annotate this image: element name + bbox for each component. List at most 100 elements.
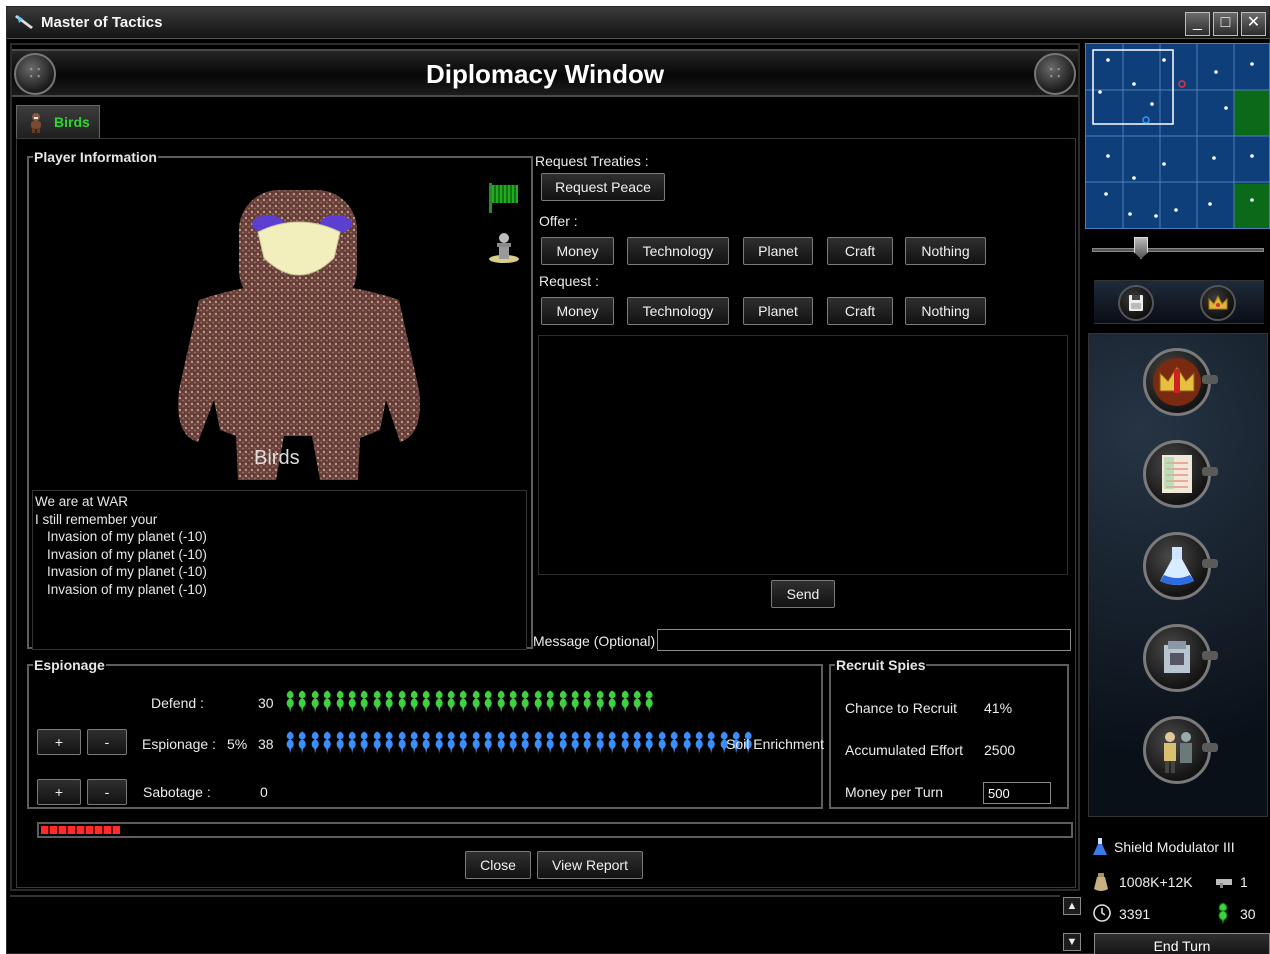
view-report-button[interactable]: View Report <box>537 851 643 879</box>
turn-row: 3391 30 <box>1084 901 1270 927</box>
title-bar[interactable]: Master of Tactics _ □ ✕ <box>7 7 1269 39</box>
message-input[interactable] <box>657 629 1071 651</box>
defend-level-bar <box>284 689 656 719</box>
race-name-label: Birds <box>254 447 300 469</box>
player-information-legend: Player Information <box>34 149 157 165</box>
accumulated-effort-label: Accumulated Effort <box>845 742 964 758</box>
relations-log[interactable]: We are at WAR I still remember your Inva… <box>32 490 527 650</box>
personnel-icon[interactable] <box>1143 716 1218 784</box>
espionage-label: Espionage : <box>142 736 216 752</box>
request-technology-button[interactable]: Technology <box>627 297 729 325</box>
sabotage-plus-button[interactable]: + <box>37 779 81 805</box>
ship-design-icon[interactable] <box>1143 624 1218 692</box>
espionage-plus-button[interactable]: + <box>37 729 81 755</box>
defend-spy-icon <box>310 689 320 714</box>
espionage-spy-icon <box>447 730 456 755</box>
defend-value: 30 <box>258 695 274 711</box>
money-per-turn-input[interactable] <box>983 782 1051 804</box>
defend-spy-icon <box>286 689 295 714</box>
espionage-spy-icon <box>620 730 629 755</box>
request-craft-button[interactable]: Craft <box>827 297 893 325</box>
defend-spy-icon <box>335 689 344 714</box>
save-disk-icon[interactable] <box>1118 285 1154 321</box>
end-turn-button[interactable]: End Turn <box>1094 933 1270 954</box>
maximize-button[interactable]: □ <box>1213 12 1238 36</box>
zoom-slider-track[interactable] <box>1092 248 1264 252</box>
message-console[interactable] <box>10 895 1060 953</box>
scroll-up-button[interactable]: ▲ <box>1063 897 1081 915</box>
espionage-spy-icon <box>459 730 468 755</box>
espionage-spy-icon <box>608 730 617 755</box>
scroll-down-button[interactable]: ▼ <box>1063 933 1081 951</box>
espionage-spy-icon <box>645 730 654 755</box>
defend-spy-icon <box>484 689 493 714</box>
defend-spy-icon <box>471 689 481 714</box>
offer-label: Offer : <box>539 213 578 229</box>
page-title: Diplomacy Window <box>425 59 665 89</box>
espionage-progress-bar <box>37 822 1073 838</box>
treaty-proposal-area <box>538 335 1068 575</box>
sidebar-toolbar <box>1094 280 1264 324</box>
zoom-slider-thumb[interactable] <box>1134 237 1148 259</box>
spy-count-value: 30 <box>1240 906 1256 922</box>
research-status-row[interactable]: Shield Modulator III <box>1084 835 1270 861</box>
chance-to-recruit-value: 41% <box>984 700 1013 716</box>
diplomacy-panel: Diplomacy Window Birds Player Informatio… <box>10 43 1080 891</box>
espionage-progress-fill <box>41 826 120 834</box>
offer-money-button[interactable]: Money <box>541 237 614 265</box>
espionage-spy-icon <box>335 730 344 755</box>
defend-spy-icon <box>459 689 468 714</box>
espionage-spy-icon <box>484 730 493 755</box>
request-peace-button[interactable]: Request Peace <box>541 173 665 201</box>
tab-birds[interactable]: Birds <box>16 105 100 139</box>
app-window: Master of Tactics _ □ ✕ Diplomacy Window… <box>6 6 1270 954</box>
espionage-spy-icon <box>521 730 530 755</box>
request-treaties-label: Request Treaties : <box>535 153 649 169</box>
header-right-knob-icon <box>1034 53 1076 95</box>
espionage-level-bar <box>284 730 755 760</box>
defend-spy-icon <box>620 689 629 714</box>
defend-spy-icon <box>397 689 406 714</box>
sabotage-label: Sabotage : <box>143 784 211 800</box>
request-label: Request : <box>539 273 599 289</box>
defend-spy-icon <box>533 689 543 714</box>
offer-nothing-button[interactable]: Nothing <box>905 237 986 265</box>
report-sheet-icon[interactable] <box>1143 440 1218 508</box>
espionage-value: 38 <box>258 736 274 752</box>
tab-content: Player Information Birds We are at WAR I… <box>16 138 1076 888</box>
send-button[interactable]: Send <box>771 580 835 608</box>
close-button[interactable]: Close <box>465 851 531 879</box>
relation-line: Invasion of my planet (-10) <box>47 546 207 562</box>
research-flask-icon[interactable] <box>1143 532 1218 600</box>
defend-spy-icon <box>360 689 369 714</box>
race-flag-icon <box>489 183 518 213</box>
request-money-button[interactable]: Money <box>541 297 614 325</box>
request-nothing-button[interactable]: Nothing <box>905 297 986 325</box>
crown-leaders-icon[interactable] <box>1143 348 1218 416</box>
defend-spy-icon <box>496 689 506 714</box>
espionage-target-label[interactable]: Soil Enrichment <box>726 736 824 752</box>
clock-icon <box>1093 904 1111 922</box>
espionage-spy-icon <box>422 730 431 755</box>
defend-spy-icon <box>608 689 617 714</box>
defend-spy-icon <box>583 689 592 714</box>
galaxy-minimap[interactable] <box>1085 43 1270 229</box>
espionage-spy-icon <box>583 730 592 755</box>
espionage-spy-icon <box>310 730 320 755</box>
crown-icon[interactable] <box>1200 285 1236 321</box>
close-window-button[interactable]: ✕ <box>1241 12 1266 36</box>
money-per-turn-label: Money per Turn <box>845 784 944 800</box>
sidebar: Shield Modulator III 1008K+12K 1 3391 30… <box>1084 43 1270 954</box>
espionage-group: Espionage Defend : 30 + - Espionage : 5%… <box>27 657 824 809</box>
minimize-button[interactable]: _ <box>1185 12 1210 36</box>
sabotage-minus-button[interactable]: - <box>87 779 127 805</box>
sidebar-dock <box>1088 333 1268 817</box>
research-flask-small-icon <box>1093 838 1107 855</box>
request-planet-button[interactable]: Planet <box>743 297 813 325</box>
player-information-group: Player Information Birds We are at WAR I… <box>27 149 533 650</box>
offer-planet-button[interactable]: Planet <box>743 237 813 265</box>
espionage-minus-button[interactable]: - <box>87 729 127 755</box>
offer-technology-button[interactable]: Technology <box>627 237 729 265</box>
tab-label-birds: Birds <box>54 114 90 130</box>
offer-craft-button[interactable]: Craft <box>827 237 893 265</box>
